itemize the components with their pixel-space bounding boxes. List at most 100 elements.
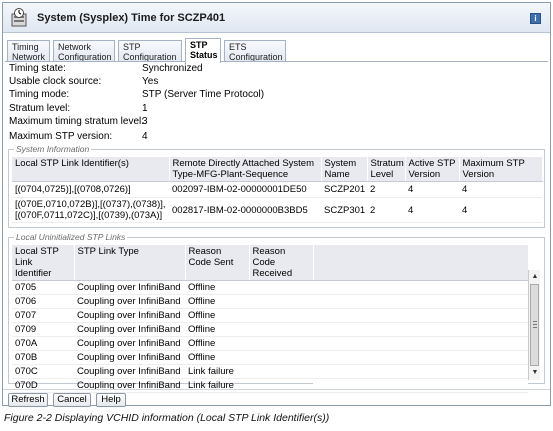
tab-ets-configuration[interactable]: ETS Configuration [224,40,286,62]
tab-timing-network[interactable]: Timing Network [7,40,50,62]
table-cell [249,322,313,337]
refresh-button[interactable]: Refresh [8,393,48,407]
table-cell: 002097-IBM-02-00000001DE50 [169,181,321,198]
table-row[interactable]: 0707 Coupling over InfiniBand Offline [12,308,528,323]
table-cell: Coupling over InfiniBand [74,336,185,351]
help-button[interactable]: Help [96,393,126,407]
table-cell: SCZP301 [321,197,367,223]
table-row[interactable]: 070A Coupling over InfiniBand Offline [12,336,528,351]
tab-network-configuration[interactable]: Network Configuration [53,40,115,62]
table-cell: 0707 [12,308,74,323]
table-row[interactable]: 0705 Coupling over InfiniBand Offline [12,280,528,295]
scroll-down-icon[interactable]: ▼ [531,369,539,377]
table-cell: 002817-IBM-02-0000000B3BD5 [169,197,321,223]
property-row: Stratum level: 1 [9,103,148,114]
column-header[interactable]: Reason Code Received [249,245,314,281]
table-cell: Offline [185,294,249,309]
table-cell [249,280,313,295]
table-cell [249,308,313,323]
table-cell: [(0704,0725)],[(0708,0726)] [12,181,169,198]
table-cell: 4 [459,181,542,198]
property-label: Maximum timing stratum level: [9,116,145,127]
table-cell: 070A [12,336,74,351]
table-cell: Coupling over InfiniBand [74,364,185,379]
table-cell [249,336,313,351]
cancel-button[interactable]: Cancel [53,393,91,407]
uninitialized-links-legend: Local Uninitialized STP Links [14,232,128,242]
table-cell-empty [313,322,528,337]
column-header[interactable]: STP Link Type [74,245,186,281]
table-cell-empty [313,336,528,351]
table-cell: Coupling over InfiniBand [74,350,185,365]
help-icon[interactable]: i [530,13,541,24]
column-header[interactable]: System Name [321,157,368,182]
scroll-thumb[interactable] [530,284,539,366]
column-header[interactable]: Remote Directly Attached System Type-MFG… [169,157,322,182]
figure-caption: Figure 2-2 Displaying VCHID information … [4,412,330,424]
table-cell: 4 [405,197,459,223]
table-cell: Offline [185,308,249,323]
table-row[interactable]: [(070E,0710,072B)],[(0737),(0738)],[(070… [12,197,542,223]
table-cell [249,294,313,309]
property-row: Timing state: Synchronized [9,63,203,74]
tab-divider [5,61,548,62]
table-cell: Coupling over InfiniBand [74,308,185,323]
table-row[interactable]: [(0704,0725)],[(0708,0726)] 002097-IBM-0… [12,181,542,198]
table-cell: 0706 [12,294,74,309]
table-cell: 0709 [12,322,74,337]
table-cell: Link failure [185,364,249,379]
title-bar: System (Sysplex) Time for SCZP401 i [3,3,550,33]
column-header[interactable]: Maximum STP Version [459,157,543,182]
table-cell: 2 [367,181,405,198]
property-row: Maximum STP version: 4 [9,131,148,142]
table-cell: Offline [185,336,249,351]
stp-window: System (Sysplex) Time for SCZP401 i Timi… [2,2,551,407]
property-value: STP (Server Time Protocol) [142,89,265,100]
table-cell [249,364,313,379]
system-information-legend: System Information [14,144,92,154]
column-header[interactable]: Local STP Link Identifier(s) [12,157,170,182]
button-bar: Refresh Cancel Help [3,389,550,407]
table-cell: Coupling over InfiniBand [74,280,185,295]
server-clock-icon [10,8,28,27]
links-scrollbar[interactable]: ▲ ▼ [528,270,540,380]
table-cell: 2 [367,197,405,223]
table-header-row: Local STP Link Identifier STP Link Type … [12,245,529,281]
table-row[interactable]: 070C Coupling over InfiniBand Link failu… [12,364,528,379]
tab-stp-configuration[interactable]: STP Configuration [118,40,182,62]
property-label: Timing mode: [9,89,70,100]
grip-line [533,327,537,328]
table-cell: 4 [459,197,542,223]
uninitialized-links-table: Local STP Link Identifier STP Link Type … [12,245,529,393]
table-cell: 070B [12,350,74,365]
scroll-up-icon[interactable]: ▲ [531,273,539,281]
table-row[interactable]: 0706 Coupling over InfiniBand Offline [12,294,528,309]
table-row[interactable]: 070B Coupling over InfiniBand Offline [12,350,528,365]
window-title: System (Sysplex) Time for SCZP401 [37,12,226,24]
table-cell [249,350,313,365]
table-cell-empty [313,350,528,365]
table-cell: 070C [12,364,74,379]
property-value: Synchronized [142,63,203,74]
table-cell: Offline [185,350,249,365]
property-row: Maximum timing stratum level: 3 [9,116,148,127]
table-cell: 4 [405,181,459,198]
property-value: 3 [142,116,148,127]
table-cell: Offline [185,280,249,295]
column-header[interactable]: Reason Code Sent [185,245,250,281]
property-value: 4 [142,131,148,142]
table-row[interactable]: 0709 Coupling over InfiniBand Offline [12,322,528,337]
column-header[interactable]: Stratum Level [367,157,406,182]
table-cell-empty [313,280,528,295]
table-cell: [(070E,0710,072B)],[(0737),(0738)],[(070… [12,197,169,223]
grip-line [533,321,537,322]
column-header[interactable]: Active STP Version [405,157,460,182]
column-header[interactable]: Local STP Link Identifier [12,245,75,281]
table-cell: Coupling over InfiniBand [74,322,185,337]
table-cell-empty [313,364,528,379]
tab-stp-status[interactable]: STP Status [185,38,221,63]
table-cell: 0705 [12,280,74,295]
property-label: Timing state: [9,63,66,74]
system-information-table: Local STP Link Identifier(s) Remote Dire… [12,157,543,223]
property-value: 1 [142,103,148,114]
